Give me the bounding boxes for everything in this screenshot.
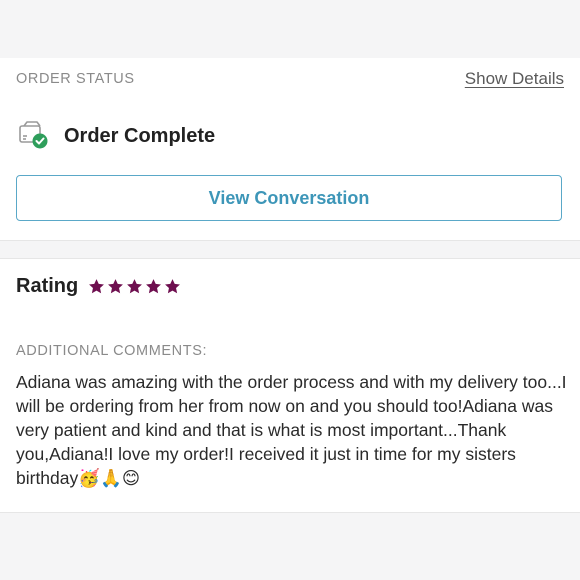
order-status-label: ORDER STATUS [16,71,135,87]
rating-title: Rating [16,275,79,297]
rating-card: Rating ADDITIONAL COMMENTS: Adiana was a… [0,258,580,513]
star-icon [88,278,105,295]
star-icon [164,278,181,295]
view-conversation-button[interactable]: View Conversation [16,175,562,221]
rating-row: Rating [16,275,181,298]
package-check-icon [16,120,50,152]
comment-text: Adiana was amazing with the order proces… [16,372,567,488]
show-details-link[interactable]: Show Details [465,69,564,89]
order-status-card: ORDER STATUS Show Details Order Complete… [0,58,580,241]
star-icon [126,278,143,295]
rating-stars [88,278,181,295]
order-status-text: Order Complete [64,124,216,147]
star-icon [107,278,124,295]
order-status-row: Order Complete [16,120,215,152]
additional-comments-label: ADDITIONAL COMMENTS: [16,343,208,359]
star-icon [145,278,162,295]
